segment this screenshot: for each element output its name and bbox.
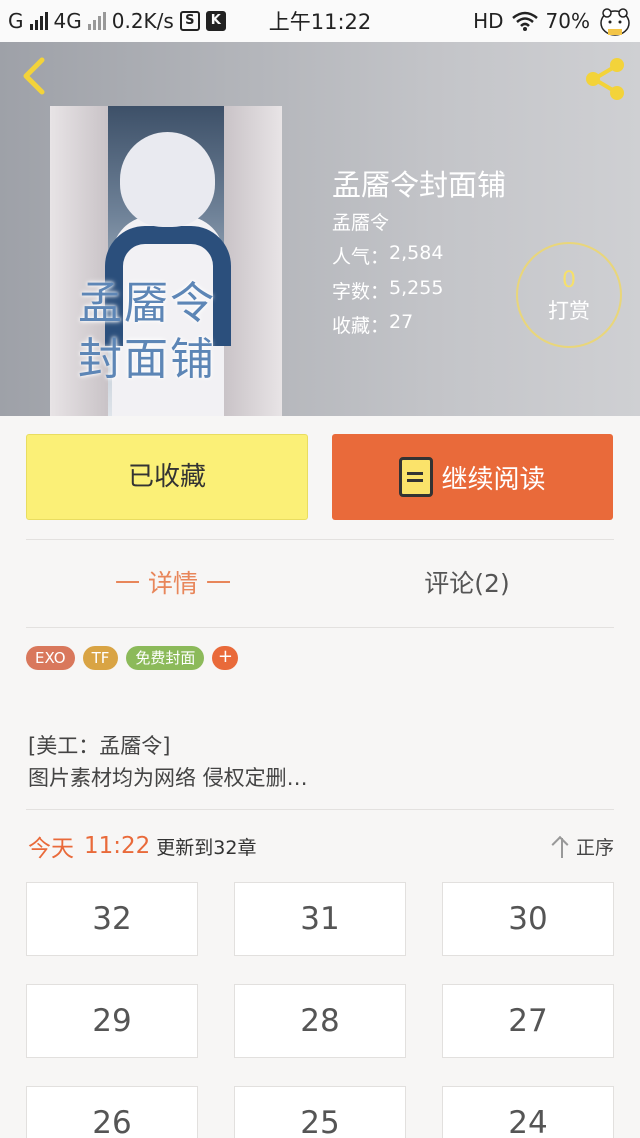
continue-reading-label: 继续阅读: [441, 464, 546, 495]
chapter-button[interactable]: 32: [26, 882, 198, 956]
divider: [26, 627, 614, 628]
update-text: 更新到32章: [156, 836, 257, 859]
chapter-button[interactable]: 28: [234, 984, 406, 1058]
update-time: 11:22: [84, 833, 151, 859]
favorites-value: 27: [389, 311, 414, 333]
tab-detail[interactable]: 一 详情 一: [26, 556, 320, 612]
chapter-button[interactable]: 29: [26, 984, 198, 1058]
book-title: 孟靥令封面铺: [332, 168, 507, 202]
favorites-row: 收藏： 27: [332, 311, 413, 338]
chapter-button[interactable]: 30: [442, 882, 614, 956]
battery-label: 70%: [545, 9, 590, 33]
s-app-icon: S: [179, 11, 200, 31]
status-left: G 4G 0.2K/s S K: [8, 9, 226, 33]
sort-label: 正序: [575, 836, 614, 859]
popularity-value: 2,584: [389, 242, 444, 264]
add-tag-button[interactable]: +: [212, 646, 239, 670]
chapter-button[interactable]: 26: [26, 1086, 198, 1138]
word-count-value: 5,255: [389, 277, 444, 299]
tag-tf[interactable]: TF: [82, 646, 119, 670]
description-line: [美工：孟靥令]: [28, 734, 171, 758]
update-row: 今天 11:22 更新到32章 正序: [28, 828, 614, 864]
back-icon[interactable]: [14, 54, 58, 98]
tag-exo[interactable]: EXO: [26, 646, 75, 670]
status-right: HD 70%: [473, 5, 632, 37]
collected-button[interactable]: 已收藏: [26, 434, 308, 520]
chapter-button[interactable]: 31: [234, 882, 406, 956]
description-line: 图片素材均为网络 侵权定删…: [28, 766, 308, 790]
tab-comments[interactable]: 评论(2): [320, 556, 614, 612]
continue-reading-button[interactable]: 继续阅读: [332, 434, 613, 520]
favorites-label: 收藏：: [332, 315, 390, 337]
tip-label: 打赏: [548, 299, 590, 323]
status-bar: G 4G 0.2K/s S K 上午11:22 HD 70%: [0, 0, 640, 42]
book-cover[interactable]: 孟靥令封面铺: [50, 106, 282, 416]
word-count-label: 字数：: [332, 281, 390, 303]
divider: [26, 539, 614, 540]
sort-button[interactable]: 正序: [552, 833, 614, 860]
carrier-label: G: [8, 9, 24, 33]
tag-free-cover[interactable]: 免费封面: [126, 646, 205, 670]
tip-count: 0: [562, 268, 576, 293]
word-count-row: 字数： 5,255: [332, 277, 443, 304]
arrow-up-icon: [552, 834, 572, 858]
book-icon: [399, 457, 434, 497]
speed-label: 0.2K/s: [111, 9, 174, 33]
tag-list: EXO TF 免费封面 +: [26, 646, 239, 670]
chapter-button[interactable]: 24: [442, 1086, 614, 1138]
network-label: 4G: [53, 9, 82, 33]
cover-title: 孟靥令封面铺: [78, 278, 216, 385]
signal-icon: [29, 12, 48, 30]
mascot-icon: [600, 8, 630, 36]
tip-button[interactable]: 0 打赏: [516, 242, 622, 348]
chapter-button[interactable]: 25: [234, 1086, 406, 1138]
cover-art-figure-head: [120, 132, 215, 227]
popularity-label: 人气：: [332, 246, 390, 268]
share-icon[interactable]: [580, 54, 630, 104]
description[interactable]: [美工：孟靥令] 图片素材均为网络 侵权定删…: [28, 730, 308, 794]
update-day: 今天: [28, 836, 74, 862]
signal-icon-2: [87, 12, 106, 30]
chapter-grid: 32 31 30 29 28 27 26 25 24: [26, 882, 614, 1138]
popularity-row: 人气： 2,584: [332, 242, 443, 269]
chapter-button[interactable]: 27: [442, 984, 614, 1058]
hd-label: HD: [473, 9, 504, 33]
divider: [26, 809, 614, 810]
book-header: 孟靥令封面铺 孟靥令封面铺 孟靥令 人气： 2,584 字数： 5,255 收藏…: [0, 42, 640, 416]
book-author[interactable]: 孟靥令: [332, 208, 389, 235]
wifi-icon: [511, 11, 538, 31]
k-app-icon: K: [205, 11, 226, 31]
